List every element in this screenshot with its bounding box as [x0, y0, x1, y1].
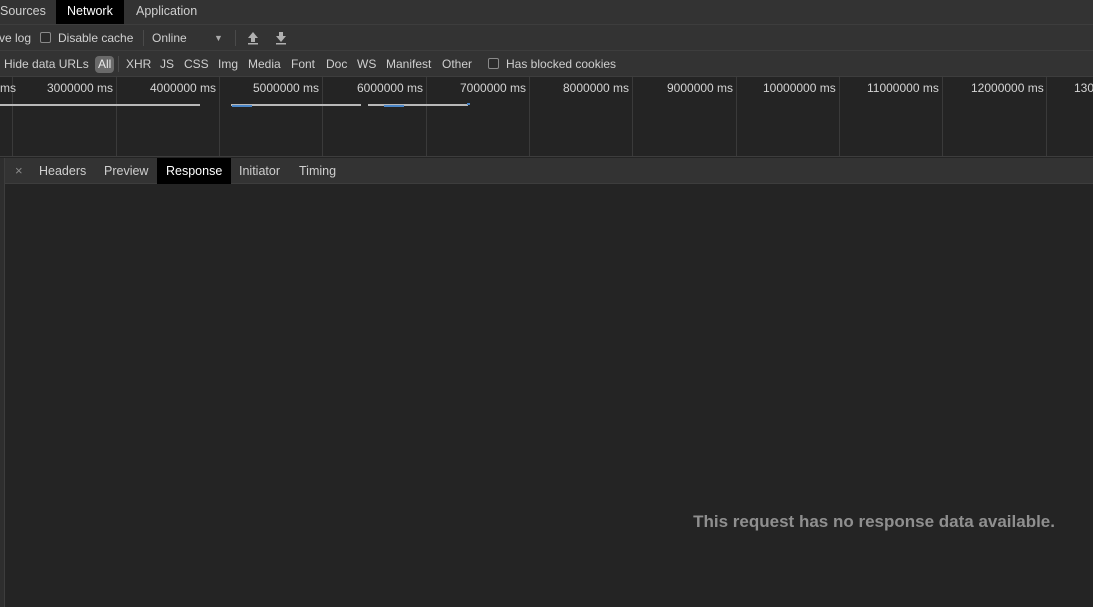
disable-cache-label[interactable]: Disable cache [58, 25, 133, 51]
filter-css[interactable]: CSS [184, 51, 209, 77]
filter-manifest[interactable]: Manifest [386, 51, 431, 77]
filter-js[interactable]: JS [160, 51, 174, 77]
tab-initiator[interactable]: Initiator [230, 158, 289, 184]
timeline-overview[interactable]: ms 3000000 ms 4000000 ms 5000000 ms 6000… [0, 77, 1093, 157]
chevron-down-icon[interactable]: ▼ [214, 25, 223, 51]
empty-response-message: This request has no response data availa… [693, 512, 1055, 531]
network-toolbar: ve log Disable cache Online ▼ [0, 25, 1093, 51]
tab-preview[interactable]: Preview [95, 158, 157, 184]
panel-tab-bar: Sources Network Application [0, 0, 1093, 25]
filter-font[interactable]: Font [291, 51, 315, 77]
timeline-gridline [942, 77, 943, 156]
has-blocked-cookies-label[interactable]: Has blocked cookies [506, 51, 616, 77]
timeline-request-bar [0, 104, 200, 106]
timeline-request-bar [368, 104, 468, 106]
timeline-gridline [839, 77, 840, 156]
request-detail-tabs: × Headers Preview Response Initiator Tim… [5, 158, 1093, 184]
timeline-tick-label: ms [0, 81, 16, 95]
timeline-gridline [426, 77, 427, 156]
timeline-request-bar [467, 103, 470, 105]
tab-timing[interactable]: Timing [290, 158, 345, 184]
filter-img[interactable]: Img [218, 51, 238, 77]
import-har-icon[interactable] [247, 31, 259, 45]
hide-data-urls-label[interactable]: Hide data URLs [4, 51, 89, 77]
has-blocked-cookies-checkbox[interactable] [488, 58, 499, 69]
toolbar-divider [235, 30, 236, 46]
filter-ws[interactable]: WS [357, 51, 376, 77]
request-list-edge [0, 158, 5, 607]
timeline-tick-label: 8000000 ms [563, 81, 630, 95]
timeline-tick-label: 5000000 ms [253, 81, 320, 95]
timeline-tick-label: 9000000 ms [667, 81, 734, 95]
disable-cache-checkbox[interactable] [40, 32, 51, 43]
toolbar-divider [143, 30, 144, 46]
timeline-tick-label: 12000000 ms [971, 81, 1044, 95]
timeline-request-bar [384, 105, 404, 107]
timeline-tick-label: 11000000 ms [867, 81, 939, 95]
preserve-log-label[interactable]: ve log [0, 25, 31, 51]
timeline-gridline [529, 77, 530, 156]
tab-headers[interactable]: Headers [30, 158, 95, 184]
tab-network[interactable]: Network [56, 0, 124, 24]
timeline-gridline [219, 77, 220, 156]
filter-doc[interactable]: Doc [326, 51, 347, 77]
timeline-tick-label: 10000000 ms [763, 81, 836, 95]
timeline-request-bar [232, 105, 252, 107]
tab-response[interactable]: Response [157, 158, 232, 184]
timeline-tick-label: 130 [1074, 81, 1093, 95]
timeline-gridline [322, 77, 323, 156]
response-panel: This request has no response data availa… [6, 185, 1093, 607]
filter-bar: Hide data URLs All XHR JS CSS Img Media … [0, 51, 1093, 77]
filter-other[interactable]: Other [442, 51, 472, 77]
close-icon[interactable]: × [15, 158, 23, 184]
tab-application[interactable]: Application [125, 0, 208, 24]
timeline-tick-label: 3000000 ms [47, 81, 114, 95]
timeline-gridline [116, 77, 117, 156]
filter-all[interactable]: All [95, 56, 115, 73]
export-har-icon[interactable] [275, 31, 287, 45]
timeline-tick-label: 4000000 ms [150, 81, 217, 95]
filter-xhr[interactable]: XHR [126, 51, 151, 77]
timeline-gridline [632, 77, 633, 156]
throttling-select[interactable]: Online [152, 25, 187, 51]
timeline-gridline [1046, 77, 1047, 156]
timeline-tick-label: 7000000 ms [460, 81, 527, 95]
tab-sources[interactable]: Sources [0, 0, 57, 24]
filter-media[interactable]: Media [248, 51, 281, 77]
timeline-tick-label: 6000000 ms [357, 81, 424, 95]
filter-divider [118, 56, 119, 72]
timeline-gridline [736, 77, 737, 156]
